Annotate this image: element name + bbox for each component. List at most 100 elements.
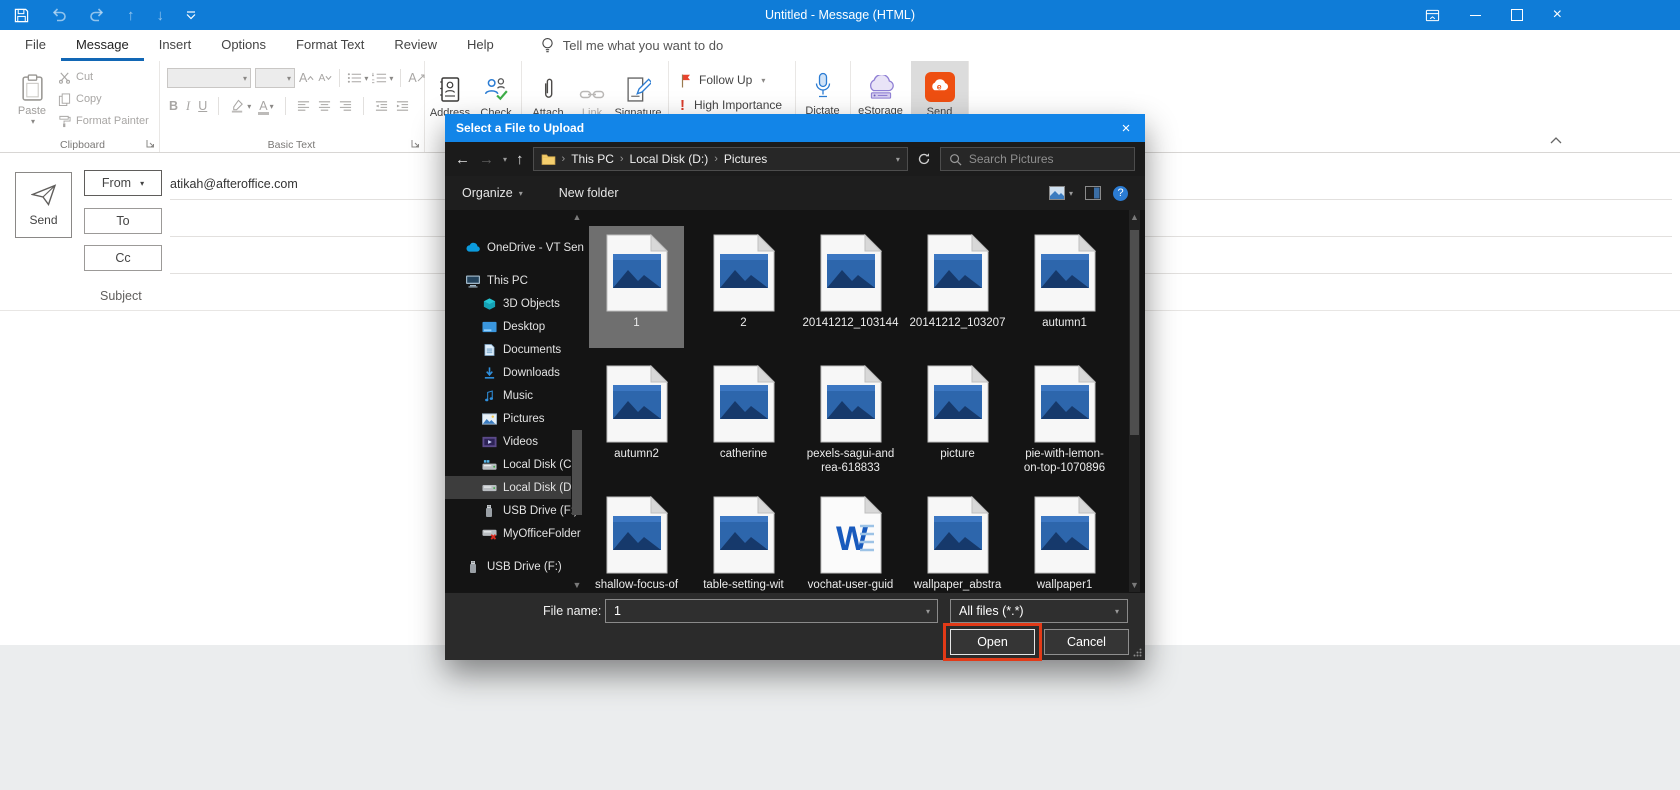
save-icon[interactable]	[14, 8, 29, 23]
file-item[interactable]: Wvochat-user-guid	[803, 488, 898, 592]
sidebar-item-usb-drive-f-[interactable]: USB Drive (F:)	[445, 499, 571, 522]
link-button[interactable]: Link	[573, 67, 611, 119]
send-addin-button[interactable]: e Send	[919, 66, 960, 118]
align-left-icon[interactable]	[297, 100, 310, 112]
clipboard-dialog-launcher-icon[interactable]	[146, 139, 155, 148]
file-item[interactable]: pexels-sagui-and rea-618833	[803, 357, 898, 479]
file-item[interactable]: 1	[589, 226, 684, 348]
basic-text-dialog-launcher-icon[interactable]	[411, 139, 420, 148]
increase-indent-icon[interactable]	[396, 100, 409, 112]
collapse-ribbon-icon[interactable]	[1550, 137, 1562, 144]
font-color-icon[interactable]: A▾	[259, 99, 273, 113]
file-item[interactable]: catherine	[696, 357, 791, 479]
change-view-button[interactable]: ▾	[1049, 186, 1073, 200]
shrink-font-icon[interactable]: A	[318, 72, 332, 84]
customize-quick-access-icon[interactable]	[186, 11, 196, 20]
from-button[interactable]: From ▾	[84, 170, 162, 196]
dialog-titlebar[interactable]: Select a File to Upload ×	[445, 114, 1145, 142]
paste-button[interactable]: Paste ▾	[12, 65, 52, 126]
highlight-color-icon[interactable]: ▾	[230, 99, 251, 113]
address-book-button[interactable]: Address	[427, 67, 473, 119]
tab-insert[interactable]: Insert	[144, 30, 207, 61]
file-item[interactable]: 2	[696, 226, 791, 348]
undo-icon[interactable]	[51, 8, 67, 22]
address-bar[interactable]: ›This PC›Local Disk (D:)›Pictures ▾	[533, 147, 908, 171]
address-dropdown-caret[interactable]: ▾	[896, 155, 900, 164]
help-icon[interactable]: ?	[1113, 186, 1128, 201]
scrollbar-thumb[interactable]	[1130, 230, 1139, 435]
scrollbar-thumb[interactable]	[572, 430, 582, 515]
sidebar-item-pictures[interactable]: Pictures	[445, 407, 571, 430]
dialog-close-icon[interactable]: ×	[1107, 114, 1145, 142]
breadcrumb-item[interactable]: Local Disk (D:)	[630, 152, 709, 166]
tab-review[interactable]: Review	[379, 30, 452, 61]
file-item[interactable]: shallow-focus-of	[589, 488, 684, 592]
file-item[interactable]: autumn1	[1017, 226, 1112, 348]
sidebar-item-onedrive-vt-sen[interactable]: OneDrive - VT Sen	[445, 236, 571, 259]
search-box[interactable]: Search Pictures	[940, 147, 1135, 171]
signature-button[interactable]: Signature	[613, 67, 663, 119]
italic-icon[interactable]: I	[186, 99, 190, 114]
sidebar-item-local-disk-d-[interactable]: Local Disk (D:)	[445, 476, 571, 499]
cut-button[interactable]: Cut	[58, 66, 149, 88]
follow-up-button[interactable]: Follow Up ▾	[680, 69, 765, 91]
file-item[interactable]: wallpaper1	[1017, 488, 1112, 592]
sidebar-item-documents[interactable]: Documents	[445, 338, 571, 361]
cancel-button[interactable]: Cancel	[1044, 629, 1129, 655]
sidebar-item-myofficefolder[interactable]: MyOfficeFolder	[445, 522, 571, 545]
minimize-button[interactable]	[1470, 15, 1481, 16]
resize-grip[interactable]	[1133, 648, 1142, 657]
file-list-scrollbar[interactable]: ▲ ▼	[1129, 210, 1140, 592]
sidebar-item-downloads[interactable]: Downloads	[445, 361, 571, 384]
sidebar-item-videos[interactable]: Videos	[445, 430, 571, 453]
format-painter-button[interactable]: Format Painter	[58, 110, 149, 132]
new-folder-button[interactable]: New folder	[559, 186, 619, 200]
breadcrumb-item[interactable]: Pictures	[724, 152, 767, 166]
tab-help[interactable]: Help	[452, 30, 509, 61]
breadcrumb-item[interactable]: This PC	[571, 152, 614, 166]
navigation-pane-scrollbar[interactable]: ▲ ▼	[571, 210, 583, 592]
file-item[interactable]: autumn2	[589, 357, 684, 479]
tab-options[interactable]: Options	[206, 30, 281, 61]
bold-icon[interactable]: B	[169, 99, 178, 113]
scroll-down-icon[interactable]: ▼	[571, 580, 583, 590]
clear-formatting-icon[interactable]: A	[408, 71, 424, 85]
sidebar-item-desktop[interactable]: Desktop	[445, 315, 571, 338]
close-button[interactable]: ×	[1553, 6, 1562, 24]
cc-button[interactable]: Cc	[84, 245, 162, 271]
file-item[interactable]: 20141212_103144	[803, 226, 898, 348]
tab-format-text[interactable]: Format Text	[281, 30, 379, 61]
font-family-combo[interactable]: ▾	[167, 68, 251, 88]
sidebar-item-this-pc[interactable]: This PC	[445, 269, 571, 292]
back-icon[interactable]: ←	[455, 152, 470, 167]
check-names-button[interactable]: Check	[474, 67, 518, 119]
bullet-list-icon[interactable]: ▾	[347, 72, 368, 84]
organize-button[interactable]: Organize ▾	[462, 186, 523, 200]
font-size-combo[interactable]: ▾	[255, 68, 295, 88]
tell-me-box[interactable]: Tell me what you want to do	[541, 30, 723, 61]
ribbon-display-options-icon[interactable]	[1425, 8, 1440, 23]
underline-icon[interactable]: U	[198, 99, 207, 113]
tab-file[interactable]: File	[10, 30, 61, 61]
high-importance-button[interactable]: ! High Importance	[680, 94, 782, 116]
file-item[interactable]: pie-with-lemon- on-top-1070896	[1017, 357, 1112, 479]
file-item[interactable]: table-setting-wit	[696, 488, 791, 592]
numbered-list-icon[interactable]: ▾	[372, 72, 393, 84]
file-name-input[interactable]	[606, 604, 926, 618]
up-icon[interactable]: ↑	[516, 152, 524, 167]
maximize-button[interactable]	[1511, 9, 1523, 21]
file-item[interactable]: wallpaper_abstra	[910, 488, 1005, 592]
grow-font-icon[interactable]: A	[299, 71, 314, 85]
file-item[interactable]: picture	[910, 357, 1005, 479]
sidebar-item-local-disk-c-[interactable]: Local Disk (C:)	[445, 453, 571, 476]
copy-button[interactable]: Copy	[58, 88, 149, 110]
decrease-indent-icon[interactable]	[375, 100, 388, 112]
dictate-button[interactable]: Dictate	[800, 65, 845, 117]
file-item[interactable]: 20141212_103207	[910, 226, 1005, 348]
move-up-icon[interactable]: ↑	[127, 7, 135, 24]
file-name-dropdown-caret[interactable]: ▾	[926, 607, 937, 616]
preview-pane-icon[interactable]	[1085, 186, 1101, 200]
sidebar-item-music[interactable]: Music	[445, 384, 571, 407]
estorage-button[interactable]: eStorage	[855, 65, 906, 117]
scroll-up-icon[interactable]: ▲	[1129, 212, 1140, 222]
